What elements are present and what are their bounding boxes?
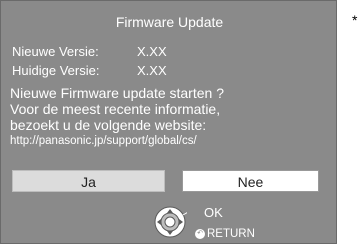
current-version-label: Huidige Versie: bbox=[12, 63, 100, 78]
message-line-2: Voor de meest recente informatie, bbox=[10, 101, 221, 117]
new-version-value: X.XX bbox=[137, 44, 167, 59]
dialog-title: Firmware Update bbox=[115, 14, 224, 30]
no-button[interactable]: Nee bbox=[182, 170, 319, 192]
dialog-message: Nieuwe Firmware update starten ? Voor de… bbox=[10, 85, 224, 149]
dpad-icon bbox=[154, 206, 187, 238]
return-icon: ↶ bbox=[195, 228, 205, 239]
new-version-label: Nieuwe Versie: bbox=[12, 44, 99, 59]
firmware-update-screen: Firmware Update Nieuwe Versie: X.XX Huid… bbox=[0, 0, 337, 244]
yes-button[interactable]: Ja bbox=[12, 170, 165, 192]
side-asterisk: * bbox=[352, 12, 358, 28]
return-hint: ↶ RETURN bbox=[195, 228, 255, 240]
message-line-1: Nieuwe Firmware update starten ? bbox=[10, 85, 224, 101]
message-line-3: bezoekt u de volgende website: bbox=[10, 117, 207, 133]
return-label: RETURN bbox=[207, 228, 255, 240]
support-url: http://panasonic.jp/support/global/cs/ bbox=[10, 135, 197, 147]
current-version-value: X.XX bbox=[137, 63, 167, 78]
ok-label: OK bbox=[204, 205, 223, 220]
